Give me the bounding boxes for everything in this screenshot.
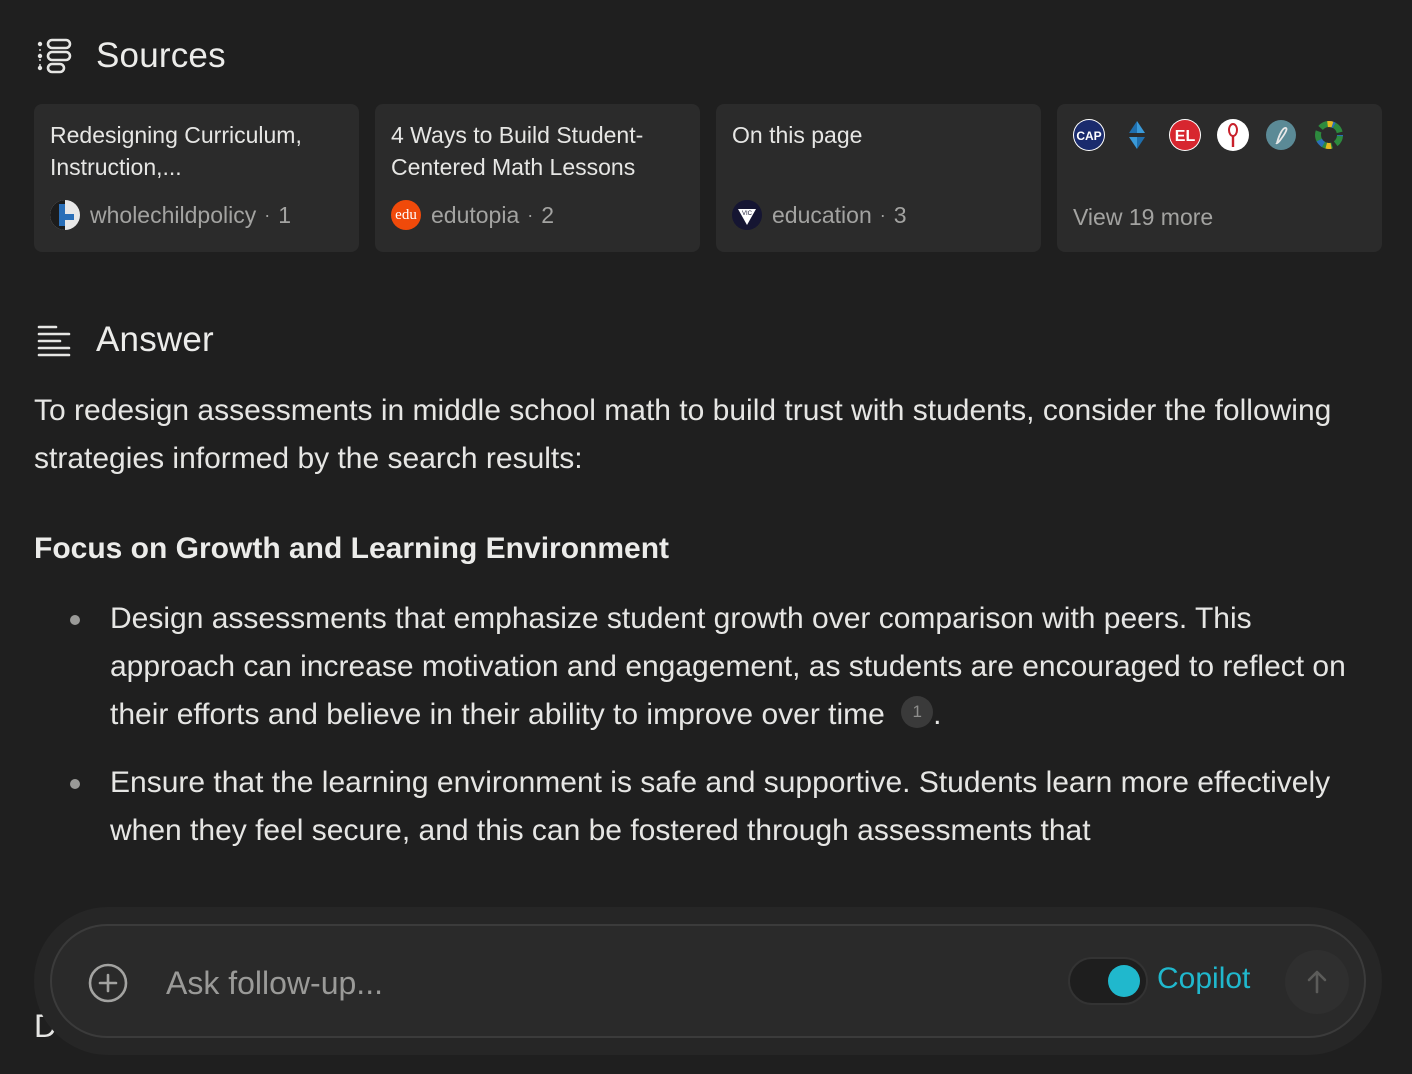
view-more-card[interactable]: CAP EL View 19 more bbox=[1057, 104, 1382, 252]
whisk-logo-icon bbox=[1217, 119, 1249, 151]
answer-subheading: Focus on Growth and Learning Environment bbox=[34, 532, 670, 565]
list-item: Ensure that the learning environment is … bbox=[34, 759, 1384, 855]
page: Sources Redesigning Curriculum, Instruct… bbox=[0, 0, 1412, 1074]
source-card-title: Redesigning Curriculum, Instruction,... bbox=[50, 122, 302, 180]
view-more-label: View 19 more bbox=[1073, 204, 1214, 230]
vic-favicon-text: VIC bbox=[742, 211, 753, 217]
send-button[interactable] bbox=[1285, 950, 1349, 1014]
source-card-1[interactable]: Redesigning Curriculum, Instruction,... … bbox=[34, 104, 359, 252]
answer-intro: To redesign assessments in middle school… bbox=[34, 387, 1384, 483]
source-index: 1 bbox=[278, 201, 291, 228]
answer-title: Answer bbox=[96, 320, 214, 359]
diamond-arrows-icon bbox=[1121, 119, 1153, 151]
script-logo-icon bbox=[1265, 119, 1297, 151]
source-index: 3 bbox=[893, 201, 907, 228]
source-card-2[interactable]: 4 Ways to Build Student-Centered Math Le… bbox=[375, 104, 700, 252]
sources-heading: Sources bbox=[36, 36, 226, 76]
bullet-text: Ensure that the learning environment is … bbox=[110, 766, 1331, 847]
copilot-toggle[interactable] bbox=[1068, 957, 1148, 1005]
separator-dot: · bbox=[264, 204, 271, 225]
answer-lines-icon bbox=[36, 320, 76, 360]
toggle-knob bbox=[1108, 965, 1140, 997]
sources-title: Sources bbox=[96, 36, 226, 75]
sources-list-icon bbox=[36, 36, 76, 76]
copilot-label[interactable]: Copilot bbox=[1157, 962, 1250, 996]
arrow-up-icon bbox=[1307, 970, 1327, 994]
source-card-title: 4 Ways to Build Student-Centered Math Le… bbox=[391, 122, 644, 180]
more-favicons: CAP EL bbox=[1073, 119, 1366, 151]
source-site-name: education bbox=[772, 201, 872, 228]
bullet-text: Design assessments that emphasize studen… bbox=[110, 602, 1346, 731]
answer-intro-text: To redesign assessments in middle school… bbox=[34, 394, 1332, 475]
cap-logo-text: CAP bbox=[1076, 129, 1101, 143]
bullet-trailing: . bbox=[933, 698, 942, 731]
citation-badge[interactable]: 1 bbox=[901, 696, 934, 729]
edutopia-favicon-text: edu bbox=[395, 206, 417, 223]
cap-logo-icon: CAP bbox=[1073, 119, 1105, 151]
source-index: 2 bbox=[541, 201, 555, 228]
wholechildpolicy-favicon-icon bbox=[50, 200, 80, 230]
vic-favicon-icon: VIC bbox=[732, 200, 762, 230]
el-logo-icon: EL bbox=[1169, 119, 1201, 151]
recycle-ring-icon bbox=[1313, 119, 1345, 151]
separator-dot: · bbox=[527, 204, 534, 225]
bullet-dot-icon bbox=[70, 615, 80, 625]
el-logo-text: EL bbox=[1175, 128, 1196, 145]
follow-up-input[interactable] bbox=[164, 956, 1028, 1010]
attach-plus-icon[interactable] bbox=[86, 961, 130, 1005]
source-site-name: edutopia bbox=[431, 201, 520, 228]
answer-bullet-list: Design assessments that emphasize studen… bbox=[34, 595, 1384, 875]
source-site-name: wholechildpolicy bbox=[90, 201, 257, 228]
source-cards: Redesigning Curriculum, Instruction,... … bbox=[34, 104, 1382, 252]
list-item: Design assessments that emphasize studen… bbox=[34, 595, 1384, 739]
separator-dot: · bbox=[879, 204, 886, 225]
source-card-meta: VIC education · 3 bbox=[732, 200, 907, 230]
source-card-3[interactable]: On this page VIC education · 3 bbox=[716, 104, 1041, 252]
source-card-title: On this page bbox=[732, 122, 863, 148]
source-card-meta: edu edutopia · 2 bbox=[391, 200, 554, 230]
source-card-meta: wholechildpolicy · 1 bbox=[50, 200, 291, 230]
answer-heading: Answer bbox=[36, 320, 214, 360]
edutopia-favicon-icon: edu bbox=[391, 200, 421, 230]
bullet-dot-icon bbox=[70, 779, 80, 789]
